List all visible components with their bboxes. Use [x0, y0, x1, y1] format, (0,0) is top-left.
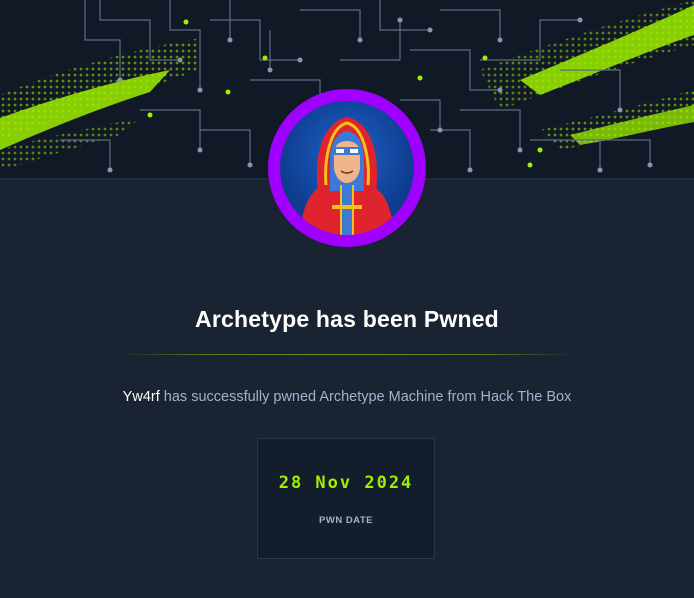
username: Yw4rf — [122, 389, 160, 405]
pwn-date-label: PWN DATE — [319, 515, 373, 526]
pwned-message-text: has successfully pwned Archetype Machine… — [163, 389, 572, 405]
title-divider — [118, 354, 576, 355]
hooded-figure-avatar-icon — [280, 101, 414, 235]
pwned-message: Yw4rf has successfully pwned Archetype M… — [0, 389, 694, 405]
machine-avatar — [268, 89, 426, 247]
pwned-title: Archetype has been Pwned — [195, 306, 499, 332]
pwn-date-card: 28 Nov 2024 PWN DATE — [257, 438, 435, 559]
pwn-date-value: 28 Nov 2024 — [278, 473, 414, 493]
